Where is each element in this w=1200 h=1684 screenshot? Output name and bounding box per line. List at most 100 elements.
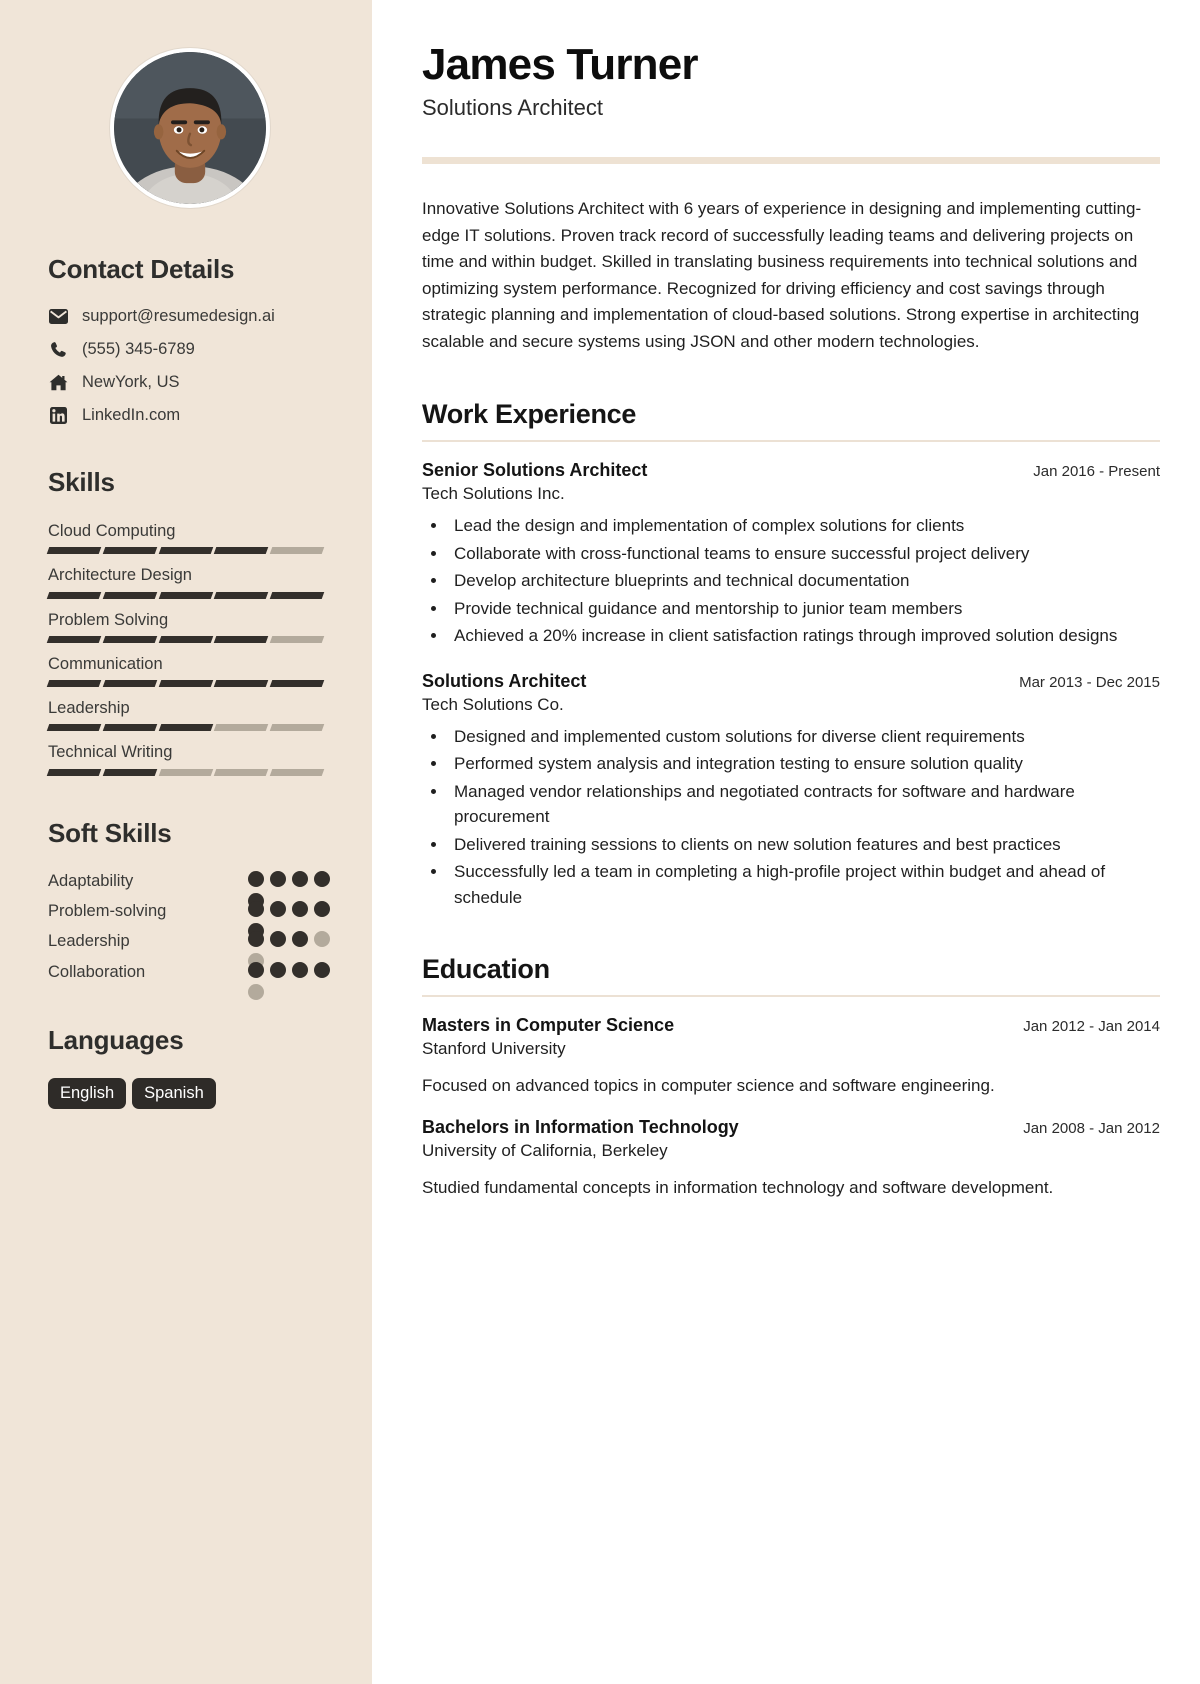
- rating-dot: [314, 961, 330, 978]
- rating-dot: [314, 931, 330, 948]
- skill-bar-segment: [46, 768, 102, 776]
- skill-label: Technical Writing: [48, 743, 173, 762]
- education-description: Focused on advanced topics in computer s…: [422, 1076, 995, 1096]
- contact-item-linkedin[interactable]: LinkedIn.com: [48, 406, 332, 425]
- soft-skills-section: Soft Skills Adaptability Problem-solving L…: [48, 817, 332, 1000]
- degree-date-range: Jan 2012 - Jan 2014: [1023, 1018, 1160, 1036]
- home-icon: [48, 374, 68, 391]
- soft-skills-heading: Soft Skills: [48, 817, 172, 848]
- skill-label: Cloud Computing: [48, 522, 176, 540]
- skill-bar-segment: [158, 768, 213, 776]
- list-item: Provide technical guidance and mentorshi…: [448, 596, 1160, 622]
- rating-dot: [248, 931, 264, 948]
- skill-item: Communication: [46, 653, 332, 688]
- contact-item-location[interactable]: NewYork, US: [48, 373, 332, 392]
- resume-page: Contact Details support@resumedesign.ai …: [0, 0, 1200, 1684]
- institution-name: University of California, Berkeley: [422, 1140, 668, 1160]
- list-item: Collaborate with cross-functional teams …: [448, 541, 1160, 567]
- soft-skill-row: Problem-solving: [48, 901, 332, 940]
- avatar-container: [48, 48, 332, 208]
- skill-bar-segment: [269, 635, 325, 643]
- language-badge: Spanish: [132, 1078, 216, 1110]
- rating-dot: [248, 983, 264, 1000]
- skill-level-bar: [46, 680, 325, 688]
- skill-bar-segment: [214, 635, 269, 643]
- skill-bar-segment: [102, 768, 157, 776]
- skill-label: Problem Solving: [48, 610, 169, 629]
- phone-icon: [48, 341, 68, 358]
- job-responsibilities-list: Lead the design and implementation of co…: [448, 513, 1160, 649]
- skill-item: Leadership: [46, 697, 332, 732]
- skill-bar-segment: [214, 768, 269, 776]
- skill-bar-segment: [102, 680, 157, 688]
- skill-item: Architecture Design: [46, 564, 332, 599]
- skill-bar-segment: [46, 547, 102, 555]
- contact-item-email[interactable]: support@resumedesign.ai: [48, 307, 332, 326]
- contact-email-value: support@resumedesign.ai: [82, 307, 275, 325]
- soft-skill-row: Adaptability: [48, 870, 332, 909]
- institution-name: Stanford University: [422, 1039, 566, 1059]
- skill-level-bar: [46, 724, 325, 732]
- skill-bar-segment: [158, 547, 213, 555]
- avatar: [110, 48, 270, 208]
- list-item: Designed and implemented custom solution…: [448, 724, 1160, 750]
- skill-bar-segment: [158, 591, 213, 599]
- degree-title: Bachelors in Information Technology: [422, 1116, 739, 1137]
- skill-bar-segment: [269, 768, 325, 776]
- skill-bar-segment: [158, 635, 213, 643]
- entry-header: Senior Solutions Architect Jan 2016 - Pre…: [422, 460, 1160, 481]
- skill-level-bar: [46, 768, 325, 776]
- job-responsibilities-list: Designed and implemented custom solution…: [448, 724, 1160, 911]
- list-item: Lead the design and implementation of co…: [448, 513, 1160, 539]
- skill-item: Problem Solving: [46, 609, 332, 643]
- rating-dot: [270, 931, 286, 948]
- skill-bar-segment: [214, 724, 269, 732]
- rating-dot: [248, 961, 264, 978]
- degree-date-range: Jan 2008 - Jan 2012: [1023, 1119, 1160, 1137]
- skill-level-bar: [46, 591, 325, 599]
- skills-section: Skills Cloud Computing Architecture Desig…: [46, 467, 332, 776]
- soft-skill-rating-dots: [248, 961, 332, 1000]
- job-title: Senior Solutions Architect: [422, 460, 648, 481]
- education-list: Masters in Computer Science Jan 2012 - Ja…: [422, 1015, 1160, 1200]
- work-experience-entry: Senior Solutions Architect Jan 2016 - Pre…: [422, 460, 1160, 649]
- soft-skill-row: Leadership: [48, 931, 332, 970]
- job-date-range: Jan 2016 - Present: [1033, 463, 1160, 481]
- list-item: Managed vendor relationships and negotia…: [448, 779, 1160, 830]
- rating-dot: [292, 961, 308, 978]
- language-badge: English: [48, 1078, 127, 1110]
- skill-bar-segment: [269, 547, 325, 555]
- soft-skills-list: Adaptability Problem-solving Leadership Col…: [48, 870, 332, 1000]
- education-description: Studied fundamental concepts in informat…: [422, 1177, 1054, 1197]
- skill-bar-segment: [269, 680, 325, 688]
- contact-item-phone[interactable]: (555) 345-6789: [48, 340, 332, 359]
- contact-phone-value: (555) 345-6789: [82, 340, 195, 358]
- skill-bar-segment: [46, 635, 102, 643]
- work-experience-heading: Work Experience: [422, 399, 637, 430]
- skills-heading: Skills: [48, 467, 115, 497]
- contact-location-value: NewYork, US: [82, 373, 180, 391]
- skills-list: Cloud Computing Architecture Design Proble…: [46, 520, 332, 776]
- rating-dot: [292, 931, 308, 948]
- education-entry: Bachelors in Information Technology Jan 2…: [422, 1117, 1160, 1201]
- languages-section: Languages English Spanish: [48, 1025, 332, 1110]
- skill-bar-segment: [269, 591, 325, 599]
- skill-label: Leadership: [48, 699, 130, 718]
- company-name: Tech Solutions Inc.: [422, 484, 565, 504]
- job-date-range: Mar 2013 - Dec 2015: [1019, 673, 1160, 691]
- soft-skill-label: Leadership: [48, 932, 130, 951]
- entry-header: Masters in Computer Science Jan 2012 - Ja…: [422, 1015, 1160, 1036]
- skill-bar-segment: [102, 547, 157, 555]
- rating-dot: [314, 901, 330, 918]
- main-content: James Turner Solutions Architect Innovat…: [372, 0, 1200, 1684]
- header-divider: [422, 157, 1160, 165]
- list-item: Develop architecture blueprints and tech…: [448, 568, 1160, 594]
- rating-dot: [270, 870, 286, 887]
- contact-linkedin-value: LinkedIn.com: [82, 406, 181, 424]
- rating-dot: [270, 961, 286, 978]
- job-title: Solutions Architect: [422, 670, 587, 691]
- skill-bar-segment: [102, 635, 157, 643]
- page-title: James Turner: [422, 40, 699, 89]
- skill-bar-segment: [102, 591, 157, 599]
- linkedin-icon: [48, 407, 68, 424]
